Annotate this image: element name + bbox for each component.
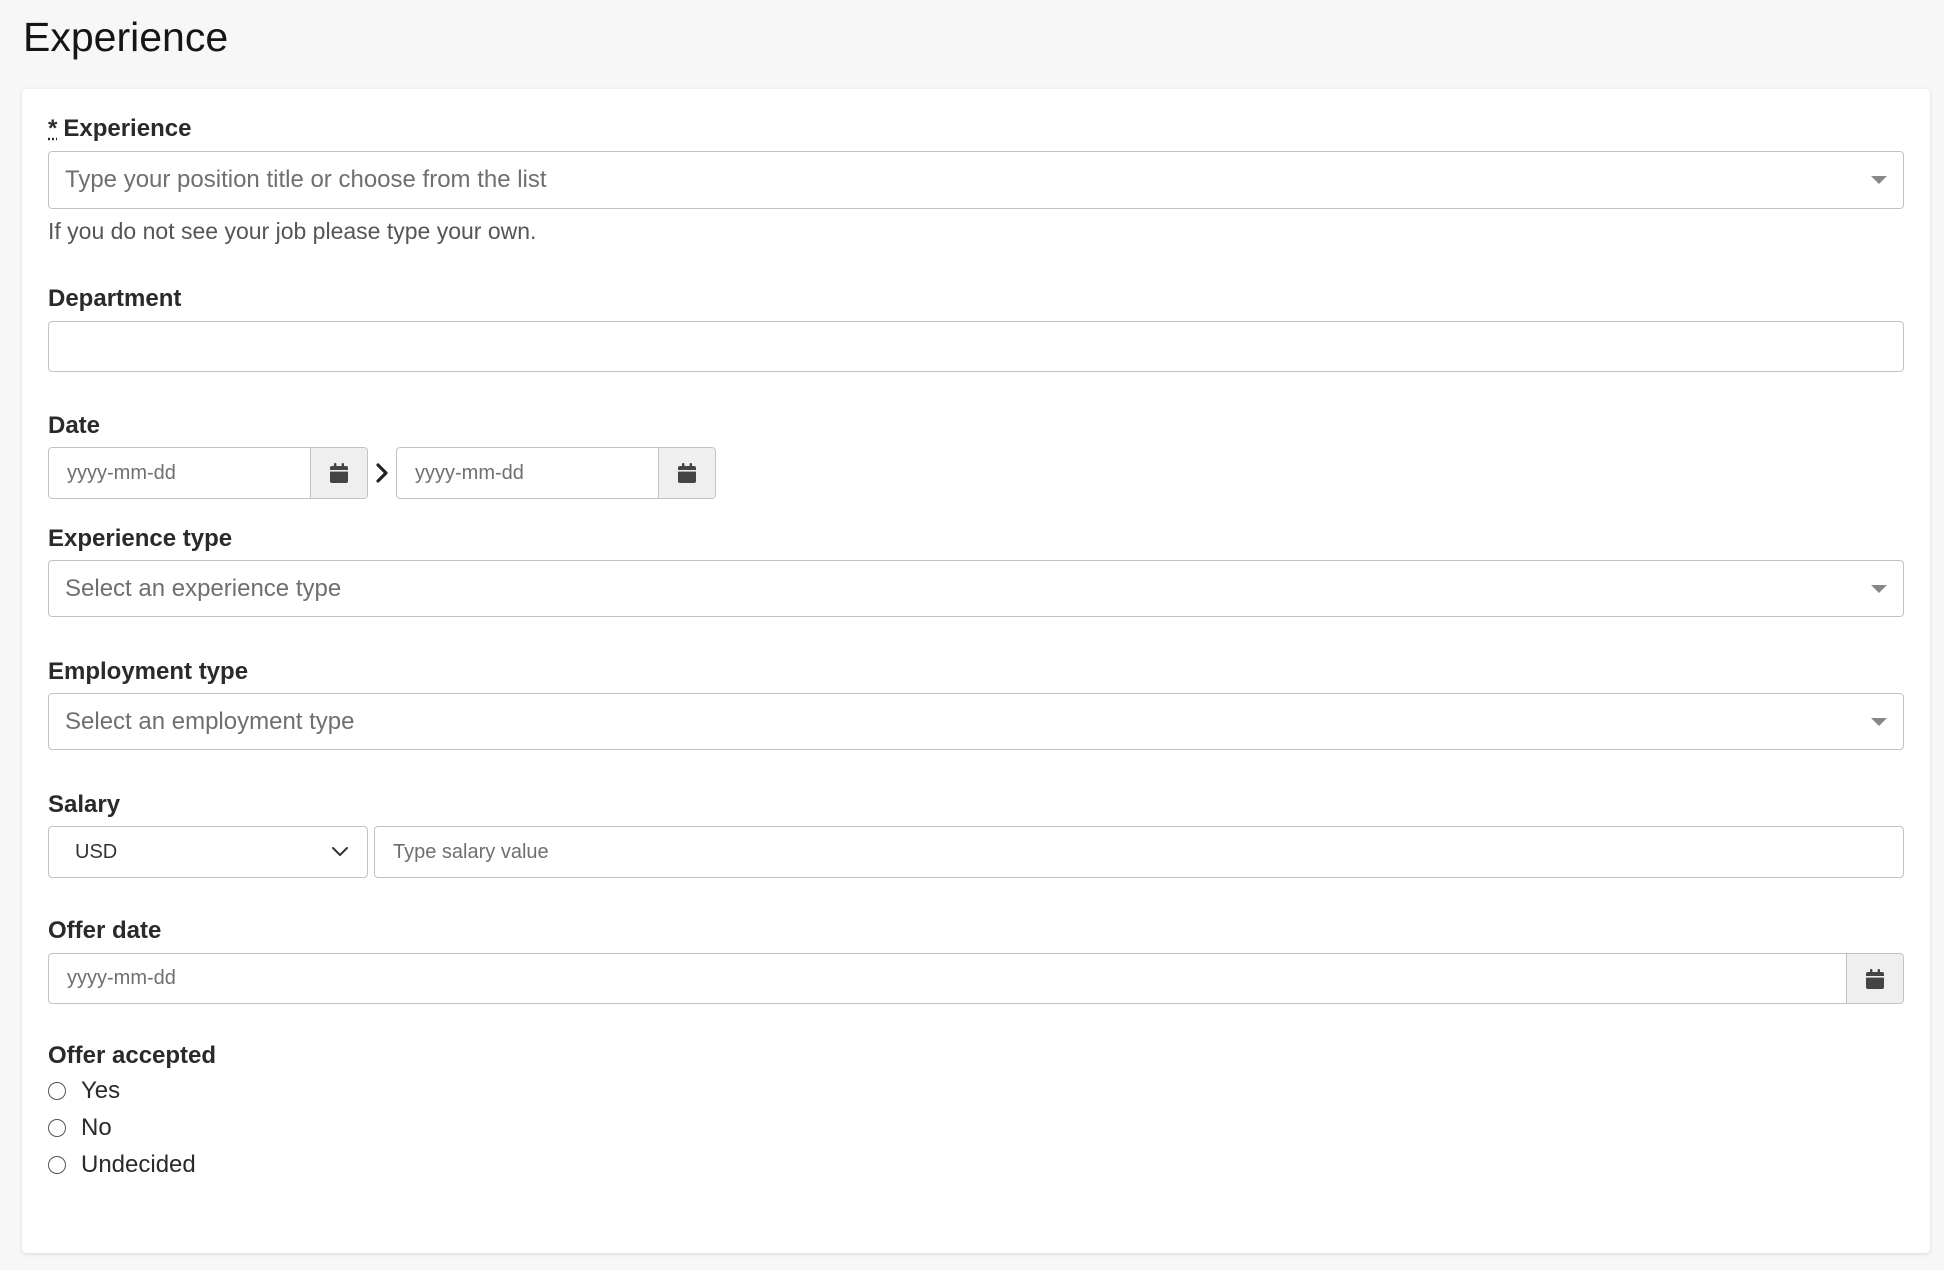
- offer-date-field: Offer date: [48, 916, 1904, 1004]
- salary-label: Salary: [48, 791, 121, 818]
- offer-accepted-field: Offer accepted Yes No Undecided: [48, 1041, 1904, 1183]
- radio-button[interactable]: [48, 1118, 66, 1137]
- salary-input-wrapper[interactable]: [374, 826, 1904, 878]
- chevron-down-icon: [332, 847, 348, 856]
- salary-input[interactable]: [375, 827, 1903, 877]
- radio-button[interactable]: [48, 1081, 66, 1100]
- end-date-picker: [396, 447, 716, 499]
- salary-row: USD: [48, 826, 1904, 878]
- experience-type-field: Experience type: [48, 524, 1904, 617]
- start-date-picker: [48, 447, 368, 499]
- date-field: Date: [48, 411, 1904, 499]
- offer-accepted-radio-group: Yes No Undecided: [48, 1072, 1904, 1183]
- radio-option-undecided[interactable]: Undecided: [48, 1146, 1904, 1183]
- offer-date-label: Offer date: [48, 917, 162, 944]
- department-field: Department: [48, 284, 1904, 372]
- employment-type-field: Employment type: [48, 657, 1904, 750]
- page-title: Experience: [23, 14, 229, 60]
- radio-label: Undecided: [81, 1150, 196, 1178]
- radio-label: Yes: [81, 1076, 121, 1104]
- calendar-icon: [678, 463, 696, 483]
- salary-field: Salary USD: [48, 790, 1904, 878]
- employment-type-input[interactable]: [49, 694, 1903, 749]
- caret-down-icon[interactable]: [1871, 717, 1887, 726]
- end-date-input[interactable]: [397, 448, 658, 498]
- caret-down-icon[interactable]: [1871, 176, 1887, 184]
- experience-type-select[interactable]: [48, 560, 1904, 617]
- caret-down-icon[interactable]: [1871, 584, 1887, 593]
- experience-combobox[interactable]: [48, 151, 1904, 209]
- experience-type-label: Experience type: [48, 525, 233, 552]
- offer-date-input[interactable]: [49, 954, 1846, 1003]
- employment-type-label: Employment type: [48, 658, 249, 685]
- calendar-icon: [330, 463, 348, 483]
- department-input[interactable]: [49, 322, 1903, 371]
- date-label: Date: [48, 412, 101, 439]
- currency-select[interactable]: USD: [48, 826, 368, 878]
- employment-type-select[interactable]: [48, 693, 1904, 750]
- experience-type-input[interactable]: [49, 561, 1903, 616]
- currency-value: USD: [75, 840, 118, 863]
- offer-date-calendar-button[interactable]: [1846, 954, 1903, 1003]
- experience-field: *Experience If you do not see your job p…: [48, 114, 1904, 247]
- experience-label: * Experience: [48, 115, 192, 142]
- required-mark: *: [48, 115, 58, 142]
- date-range-separator: [368, 462, 396, 484]
- chevron-right-icon: [376, 463, 388, 483]
- radio-label: No: [81, 1113, 112, 1141]
- offer-date-picker: [48, 953, 1904, 1004]
- start-date-input[interactable]: [49, 448, 310, 498]
- department-label: Department: [48, 285, 182, 312]
- radio-option-yes[interactable]: Yes: [48, 1072, 1904, 1109]
- calendar-icon: [1866, 968, 1884, 989]
- experience-form-card: *Experience If you do not see your job p…: [22, 89, 1930, 1253]
- experience-help-text: If you do not see your job please type y…: [48, 218, 537, 244]
- department-input-wrapper[interactable]: [48, 321, 1904, 372]
- radio-button[interactable]: [48, 1155, 66, 1174]
- offer-accepted-label: Offer accepted: [48, 1042, 217, 1069]
- experience-input[interactable]: [49, 152, 1903, 208]
- radio-option-no[interactable]: No: [48, 1109, 1904, 1146]
- end-date-calendar-button[interactable]: [658, 448, 715, 498]
- start-date-calendar-button[interactable]: [310, 448, 367, 498]
- date-range: [48, 447, 1904, 499]
